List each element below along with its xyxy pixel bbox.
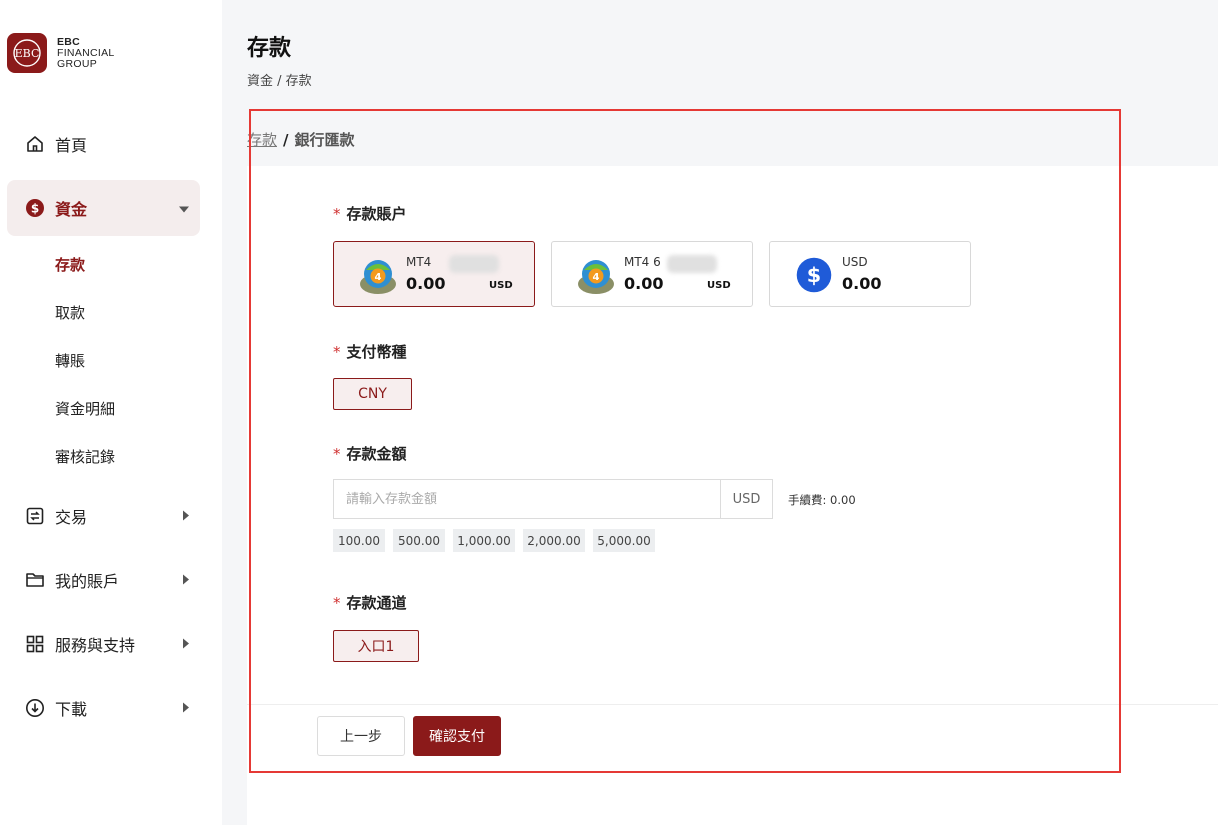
account-card-mt4-1[interactable]: 4 MT4 0.00 USD [333,241,535,307]
svg-text:4: 4 [593,272,600,283]
sidebar-item-withdraw[interactable]: 取款 [55,302,85,323]
quick-amount-2000[interactable]: 2,000.00 [523,529,585,552]
sidebar-item-transfer[interactable]: 轉賬 [55,350,85,371]
caret-right-icon [182,507,190,526]
nav-home[interactable]: 首頁 [7,116,200,172]
account-balance: 0.00 [842,274,882,293]
caret-down-icon [178,199,190,218]
mt4-icon: 4 [578,260,614,294]
svg-text:$: $ [31,202,39,216]
account-name: MT4 [406,255,432,269]
grid-icon [24,633,46,655]
caret-right-icon [182,699,190,718]
account-card-mt4-2[interactable]: 4 MT4 6 0.00 USD [551,241,753,307]
nav-trade[interactable]: 交易 [7,488,200,544]
mt4-icon: 4 [360,260,396,294]
account-balance: 0.00 [406,274,446,293]
nav-home-label: 首頁 [55,136,88,155]
channel-option-1[interactable]: 入口1 [333,630,419,662]
page-title: 存款 [247,36,292,61]
sub-breadcrumb: 存款 / 銀行匯款 [247,129,355,150]
sub-breadcrumb-deposit-link[interactable]: 存款 [247,131,277,149]
caret-right-icon [182,571,190,590]
currency-label: * 支付幣種 [333,343,407,361]
quick-amount-5000[interactable]: 5,000.00 [593,529,655,552]
account-name: MT4 6 [624,255,661,269]
svg-text:4: 4 [375,272,382,283]
sub-breadcrumb-current: 銀行匯款 [294,131,355,149]
confirm-payment-button[interactable]: 確認支付 [413,716,501,756]
masked-account-number [667,255,717,273]
brand-name: EBC FINANCIAL GROUP [57,35,115,70]
fee-text: 手續費: 0.00 [788,493,856,507]
dollar-icon: $ [796,257,832,293]
svg-text:$: $ [807,263,821,287]
account-currency: USD [489,280,513,291]
account-label: * 存款賬户 [333,205,407,223]
currency-option-cny[interactable]: CNY [333,378,412,410]
amount-input[interactable] [333,479,721,519]
masked-account-number [449,255,499,273]
content-header-band [247,110,1218,166]
home-icon [24,133,46,155]
nav-trade-label: 交易 [55,508,88,527]
svg-text:EBC: EBC [15,47,40,60]
sidebar-item-review-records[interactable]: 審核記錄 [55,446,115,467]
account-currency: USD [707,280,731,291]
nav-my-account-label: 我的賬戶 [55,572,120,591]
breadcrumb: 資金 / 存款 [247,74,312,89]
amount-label: * 存款金額 [333,445,407,463]
amount-unit: USD [720,479,773,519]
sidebar-item-fund-details[interactable]: 資金明細 [55,398,115,419]
nav-download-label: 下載 [55,700,88,719]
footer-divider [247,704,1218,705]
account-card-usd-wallet[interactable]: $ USD 0.00 [769,241,971,307]
ebc-logo-icon: EBC [7,33,47,73]
nav-funds-label: 資金 [55,200,88,219]
quick-amount-100[interactable]: 100.00 [333,529,385,552]
nav-funds[interactable]: $ 資金 [7,180,200,236]
caret-right-icon [182,635,190,654]
nav-services[interactable]: 服務與支持 [7,616,200,672]
nav-services-label: 服務與支持 [55,636,136,655]
sidebar-item-deposit[interactable]: 存款 [55,254,85,275]
nav-download[interactable]: 下載 [7,680,200,736]
quick-amount-500[interactable]: 500.00 [393,529,445,552]
brand-line-3: GROUP [57,57,98,70]
prev-step-button[interactable]: 上一步 [317,716,405,756]
brand-line-1: EBC [57,35,81,48]
brand-logo[interactable]: EBC EBC FINANCIAL GROUP [7,33,115,73]
sub-breadcrumb-separator: / [283,131,289,149]
account-balance: 0.00 [624,274,664,293]
nav-my-account[interactable]: 我的賬戶 [7,552,200,608]
quick-amount-1000[interactable]: 1,000.00 [453,529,515,552]
download-icon [24,697,46,719]
channel-label: * 存款通道 [333,594,407,612]
dollar-circle-icon: $ [24,197,46,219]
sidebar: EBC EBC FINANCIAL GROUP 首頁 $ 資金 存款 取款 轉賬… [0,0,222,825]
trade-icon [24,505,46,527]
folder-icon [24,569,46,591]
account-name: USD [842,255,868,269]
brand-line-2: FINANCIAL [57,46,115,59]
